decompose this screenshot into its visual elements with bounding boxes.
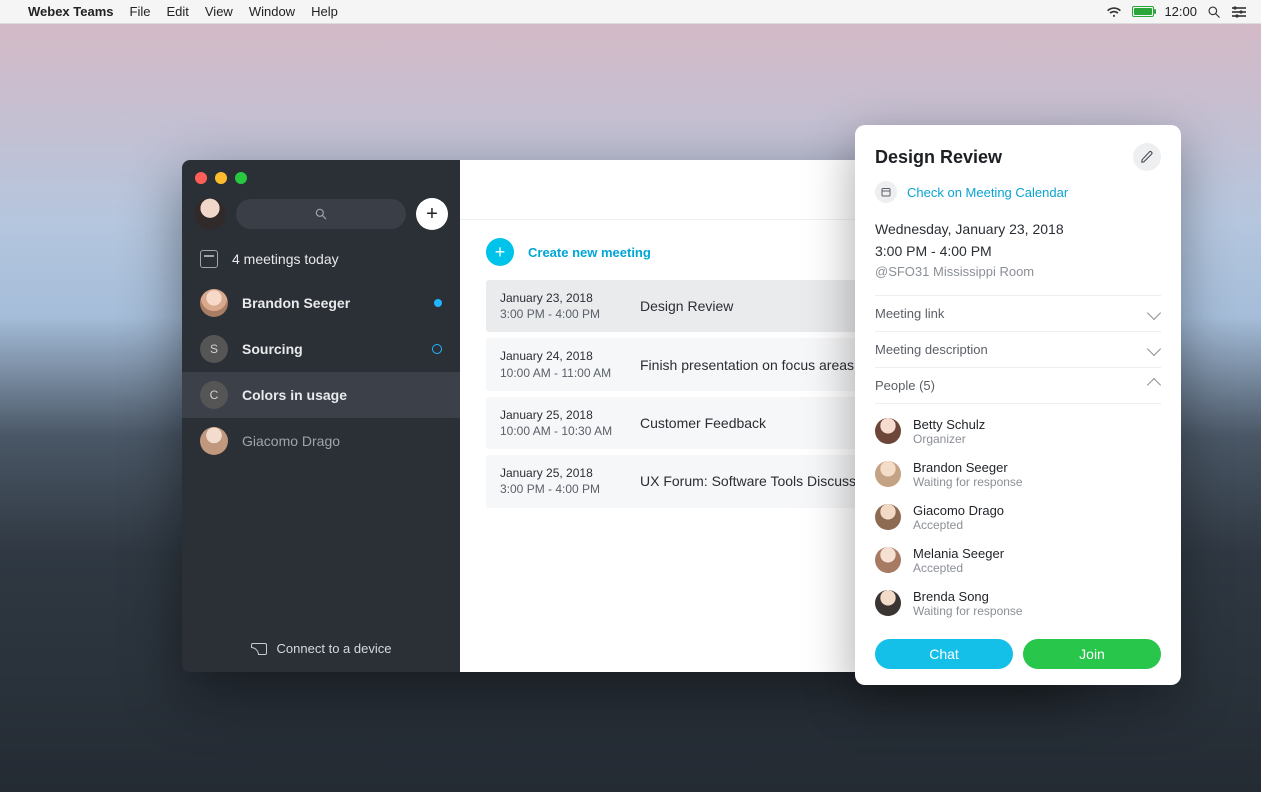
menu-edit[interactable]: Edit [166, 4, 188, 19]
space-list: Brandon Seeger S Sourcing C Colors in us… [182, 280, 460, 464]
menu-file[interactable]: File [130, 4, 151, 19]
meetings-today-row[interactable]: 4 meetings today [182, 238, 460, 280]
minimize-window-button[interactable] [215, 172, 227, 184]
avatar: C [200, 381, 228, 409]
unread-indicator-icon [434, 299, 442, 307]
calendar-icon [200, 250, 218, 268]
mention-indicator-icon [432, 344, 442, 354]
plus-icon: + [486, 238, 514, 266]
detail-time: 3:00 PM - 4:00 PM [875, 241, 1161, 263]
sidebar-item-giacomo-drago[interactable]: Giacomo Drago [182, 418, 460, 464]
desktop: Webex Teams File Edit View Window Help 1… [0, 0, 1261, 792]
section-people[interactable]: People (5) [875, 368, 1161, 404]
pencil-icon [1140, 150, 1154, 164]
calendar-small-icon [875, 181, 897, 203]
chevron-up-icon [1147, 378, 1161, 392]
meetings-today-label: 4 meetings today [232, 251, 339, 267]
detail-meta: Wednesday, January 23, 2018 3:00 PM - 4:… [875, 219, 1161, 283]
sidebar-item-sourcing[interactable]: S Sourcing [182, 326, 460, 372]
battery-icon[interactable] [1132, 6, 1154, 17]
control-center-icon[interactable] [1231, 6, 1247, 18]
menu-view[interactable]: View [205, 4, 233, 19]
meeting-detail-panel: Design Review Check on Meeting Calendar … [855, 125, 1181, 685]
chevron-down-icon [1147, 306, 1161, 320]
search-icon [314, 207, 328, 221]
meeting-when: January 24, 2018 10:00 AM - 11:00 AM [500, 348, 620, 380]
cast-icon [251, 643, 267, 655]
avatar [200, 427, 228, 455]
menu-help[interactable]: Help [311, 4, 338, 19]
avatar [875, 418, 901, 444]
person-row[interactable]: Brandon SeegerWaiting for response [875, 453, 1161, 496]
person-row[interactable]: Melania SeegerAccepted [875, 539, 1161, 582]
search-input[interactable] [236, 199, 406, 229]
join-button[interactable]: Join [1023, 639, 1161, 669]
meeting-when: January 23, 2018 3:00 PM - 4:00 PM [500, 290, 620, 322]
chat-button[interactable]: Chat [875, 639, 1013, 669]
wifi-icon[interactable] [1106, 6, 1122, 18]
sidebar-item-colors-in-usage[interactable]: C Colors in usage [182, 372, 460, 418]
meeting-title: Finish presentation on focus areas [640, 357, 854, 373]
person-row[interactable]: Giacomo DragoAccepted [875, 496, 1161, 539]
menubar-app-name[interactable]: Webex Teams [28, 4, 114, 19]
people-list: Betty SchulzOrganizer Brandon SeegerWait… [875, 404, 1161, 625]
chevron-down-icon [1147, 342, 1161, 356]
space-name: Colors in usage [242, 387, 347, 403]
sidebar: + 4 meetings today Brandon Seeger S Sour… [182, 160, 460, 672]
avatar [875, 547, 901, 573]
detail-location: @SFO31 Mississippi Room [875, 262, 1161, 282]
zoom-window-button[interactable] [235, 172, 247, 184]
person-row[interactable]: Betty SchulzOrganizer [875, 410, 1161, 453]
close-window-button[interactable] [195, 172, 207, 184]
sidebar-topbar: + [182, 184, 460, 238]
connect-device-button[interactable]: Connect to a device [182, 625, 460, 672]
avatar [875, 590, 901, 616]
window-controls [182, 160, 460, 184]
sidebar-item-brandon-seeger[interactable]: Brandon Seeger [182, 280, 460, 326]
menu-window[interactable]: Window [249, 4, 295, 19]
meeting-title: Customer Feedback [640, 415, 766, 431]
section-meeting-description[interactable]: Meeting description [875, 332, 1161, 368]
add-button[interactable]: + [416, 198, 448, 230]
spotlight-icon[interactable] [1207, 5, 1221, 19]
avatar [200, 289, 228, 317]
avatar [875, 461, 901, 487]
menubar-clock[interactable]: 12:00 [1164, 4, 1197, 19]
user-avatar[interactable] [194, 198, 226, 230]
space-name: Sourcing [242, 341, 303, 357]
create-meeting-label: Create new meeting [528, 245, 651, 260]
avatar: S [200, 335, 228, 363]
meeting-when: January 25, 2018 10:00 AM - 10:30 AM [500, 407, 620, 439]
macos-menubar: Webex Teams File Edit View Window Help 1… [0, 0, 1261, 24]
meeting-title: Design Review [640, 298, 733, 314]
space-name: Brandon Seeger [242, 295, 350, 311]
person-row[interactable]: Brenda SongWaiting for response [875, 582, 1161, 625]
edit-button[interactable] [1133, 143, 1161, 171]
meeting-when: January 25, 2018 3:00 PM - 4:00 PM [500, 465, 620, 497]
calendar-link[interactable]: Check on Meeting Calendar [907, 185, 1068, 200]
section-meeting-link[interactable]: Meeting link [875, 296, 1161, 332]
avatar [875, 504, 901, 530]
meeting-title: UX Forum: Software Tools Discussion [640, 473, 875, 489]
detail-title: Design Review [875, 147, 1002, 168]
space-name: Giacomo Drago [242, 433, 340, 449]
connect-device-label: Connect to a device [277, 641, 392, 656]
detail-date: Wednesday, January 23, 2018 [875, 219, 1161, 241]
